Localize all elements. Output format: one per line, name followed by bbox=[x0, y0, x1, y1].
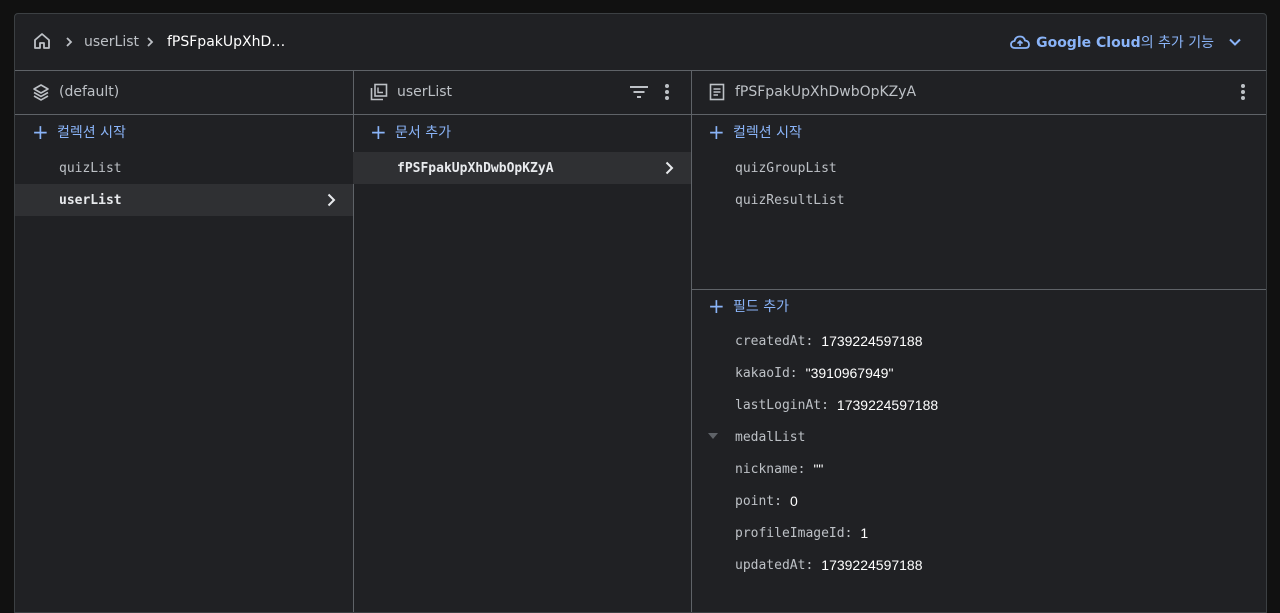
root-column: (default) + 컬렉션 시작 quizList userList bbox=[15, 70, 354, 612]
field-row-profileimageid[interactable]: profileImageId:1 bbox=[735, 517, 868, 549]
field-key: point bbox=[735, 493, 775, 509]
field-row-createdat[interactable]: createdAt:1739224597188 bbox=[735, 325, 923, 357]
collection-item-label: userList bbox=[59, 192, 122, 208]
field-row-lastloginat[interactable]: lastLoginAt:1739224597188 bbox=[735, 389, 938, 421]
expand-more-icon[interactable] bbox=[1228, 35, 1242, 49]
field-value: 1739224597188 bbox=[821, 557, 923, 573]
start-collection-button[interactable]: + 컬렉션 시작 bbox=[15, 116, 353, 148]
field-key: profileImageId bbox=[735, 525, 845, 541]
field-value: 1739224597188 bbox=[836, 397, 939, 413]
field-value: "" bbox=[813, 461, 824, 477]
subcollection-item-quizresultlist[interactable]: quizResultList bbox=[691, 184, 1266, 216]
field-colon: : bbox=[789, 365, 798, 381]
more-vert-icon[interactable] bbox=[659, 82, 675, 102]
start-subcollection-button[interactable]: + 컬렉션 시작 bbox=[691, 116, 1266, 148]
collection-icon bbox=[369, 82, 389, 102]
add-icon: + bbox=[708, 294, 725, 318]
field-value: 1739224597188 bbox=[821, 333, 923, 349]
field-row-kakaoid[interactable]: kakaoId: "3910967949" bbox=[735, 357, 893, 389]
collection-item-userlist[interactable]: userList bbox=[15, 184, 353, 216]
collection-item-label: quizList bbox=[59, 160, 122, 176]
field-value: 1 bbox=[860, 525, 869, 541]
start-collection-label: 컬렉션 시작 bbox=[57, 125, 126, 141]
field-colon: : bbox=[805, 557, 814, 573]
expand-arrow-icon[interactable] bbox=[708, 432, 718, 440]
document-column: fPSFpakUpXhDwbOpKZyA + 컬렉션 시작 quizGroupL… bbox=[691, 70, 1266, 612]
collection-item-quizlist[interactable]: quizList bbox=[15, 152, 353, 184]
field-colon: : bbox=[805, 333, 814, 349]
add-document-label: 문서 추가 bbox=[395, 125, 451, 141]
field-key: updatedAt bbox=[735, 557, 806, 573]
start-subcollection-label: 컬렉션 시작 bbox=[733, 125, 802, 141]
field-row-medallist[interactable]: medalList bbox=[708, 421, 806, 453]
breadcrumb-item-document[interactable]: fPSFpakUpXhD… bbox=[167, 32, 285, 52]
chevron-right-icon bbox=[142, 34, 158, 50]
document-column-header: fPSFpakUpXhDwbOpKZyA bbox=[691, 70, 1266, 115]
cloud-icon bbox=[1010, 34, 1030, 50]
cloud-link-suffix: 의 추가 기능 bbox=[1140, 35, 1214, 51]
field-key: kakaoId bbox=[735, 365, 790, 381]
chevron-right-icon bbox=[323, 192, 339, 212]
firestore-data-panel: userList fPSFpakUpXhD… Google Cloud의 추가 … bbox=[14, 13, 1267, 613]
root-column-title: (default) bbox=[59, 84, 120, 100]
chevron-right-icon bbox=[661, 160, 677, 180]
cloud-link-brand: Google Cloud bbox=[1036, 35, 1141, 51]
field-colon: : bbox=[821, 397, 829, 413]
document-icon bbox=[707, 82, 727, 102]
subcollection-item-label: quizGroupList bbox=[735, 160, 837, 176]
field-colon: : bbox=[844, 525, 853, 541]
add-field-button[interactable]: + 필드 추가 bbox=[691, 290, 1266, 322]
field-key: lastLoginAt bbox=[735, 397, 822, 413]
document-column-title: fPSFpakUpXhDwbOpKZyA bbox=[735, 84, 917, 100]
document-item-label: fPSFpakUpXhDwbOpKZyA bbox=[397, 160, 554, 176]
chevron-right-icon bbox=[61, 34, 77, 50]
google-cloud-extensions-link[interactable]: Google Cloud의 추가 기능 bbox=[1010, 28, 1242, 56]
subcollection-item-label: quizResultList bbox=[735, 192, 845, 208]
breadcrumb-item-userlist[interactable]: userList bbox=[84, 32, 139, 52]
add-icon: + bbox=[370, 120, 387, 144]
field-row-point[interactable]: point:0 bbox=[735, 485, 798, 517]
add-icon: + bbox=[708, 120, 725, 144]
field-value: "3910967949" bbox=[805, 365, 894, 381]
breadcrumb-bar: userList fPSFpakUpXhD… Google Cloud의 추가 … bbox=[15, 14, 1266, 71]
document-item[interactable]: fPSFpakUpXhDwbOpKZyA bbox=[353, 152, 691, 184]
add-field-label: 필드 추가 bbox=[733, 299, 789, 315]
home-icon[interactable] bbox=[31, 30, 53, 52]
field-key: medalList bbox=[735, 429, 806, 445]
field-row-updatedat[interactable]: updatedAt:1739224597188 bbox=[735, 549, 923, 581]
root-column-header: (default) bbox=[15, 70, 353, 115]
subcollection-item-quizgrouplist[interactable]: quizGroupList bbox=[691, 152, 1266, 184]
collection-column-title: userList bbox=[397, 84, 453, 100]
field-key: nickname bbox=[735, 461, 798, 477]
database-layers-icon bbox=[31, 82, 51, 102]
collection-column: userList + 문서 추가 fPSFpakUpXhDwbOpKZyA bbox=[353, 70, 692, 612]
field-key: createdAt bbox=[735, 333, 806, 349]
more-vert-icon[interactable] bbox=[1235, 82, 1251, 102]
field-colon: : bbox=[797, 461, 806, 477]
add-document-button[interactable]: + 문서 추가 bbox=[353, 116, 691, 148]
field-value: 0 bbox=[789, 493, 798, 509]
filter-icon[interactable] bbox=[628, 82, 650, 102]
field-colon: : bbox=[774, 493, 782, 509]
field-row-nickname[interactable]: nickname: "" bbox=[735, 453, 823, 485]
add-icon: + bbox=[32, 120, 49, 144]
collection-column-header: userList bbox=[353, 70, 691, 115]
